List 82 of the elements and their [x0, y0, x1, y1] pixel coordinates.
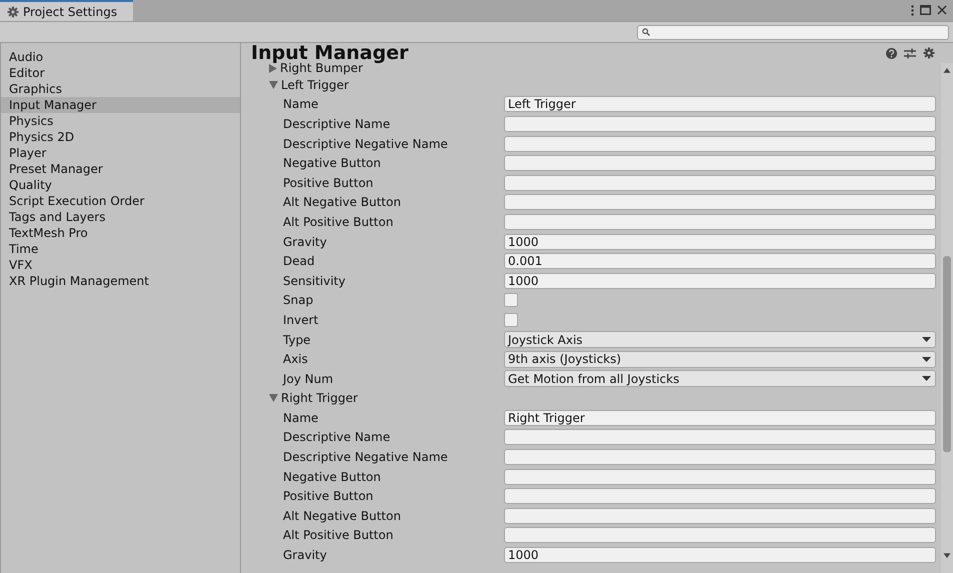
close-icon[interactable]: [937, 5, 947, 15]
search-field[interactable]: [637, 24, 949, 40]
field-label: Snap: [283, 293, 314, 308]
sliders-icon[interactable]: [904, 48, 916, 58]
search-icon: [642, 28, 650, 36]
text-field[interactable]: [504, 214, 936, 230]
axis-name[interactable]: Right Bumper: [280, 61, 363, 75]
maximize-icon[interactable]: [920, 5, 931, 15]
text-field[interactable]: [504, 155, 936, 172]
text-field[interactable]: [504, 194, 936, 210]
help-icon[interactable]: [886, 48, 897, 58]
sidebar-item[interactable]: Script Execution Order: [1, 193, 240, 209]
field-label: Name: [283, 410, 320, 425]
text-field[interactable]: [504, 174, 936, 191]
field-label: Gravity: [283, 548, 328, 562]
field-label: Descriptive Negative Name: [283, 450, 449, 464]
expanded-arrow-icon[interactable]: [269, 394, 278, 402]
field-label: Type: [283, 332, 312, 347]
sidebar-item[interactable]: Preset Manager: [1, 161, 240, 177]
text-field[interactable]: 1000: [504, 272, 936, 289]
settings-icon[interactable]: [923, 47, 935, 59]
text-field[interactable]: [504, 429, 936, 446]
sidebar-item[interactable]: Physics 2D: [1, 129, 240, 145]
expanded-arrow-icon[interactable]: [269, 80, 278, 89]
field-label: Negative Button: [283, 156, 382, 170]
text-field[interactable]: Left Trigger: [504, 96, 936, 112]
field-label: Alt Positive Button: [283, 528, 394, 542]
checkbox[interactable]: [504, 293, 518, 308]
dropdown[interactable]: Joystick Axis: [504, 331, 936, 348]
field-label: Alt Negative Button: [283, 195, 402, 210]
field-label: Gravity: [283, 234, 328, 249]
collapsed-arrow-icon[interactable]: [269, 64, 277, 72]
sidebar-item[interactable]: Quality: [1, 177, 240, 193]
sidebar-item[interactable]: TextMesh Pro: [1, 225, 240, 241]
sidebar-item[interactable]: XR Plugin Management: [1, 273, 240, 289]
sidebar-item[interactable]: Input Manager: [1, 97, 240, 113]
field-label: Descriptive Negative Name: [283, 136, 449, 151]
caret-icon: [922, 356, 931, 362]
text-field[interactable]: [504, 488, 936, 504]
sidebar-item[interactable]: Editor: [1, 65, 240, 81]
page-title: Input Manager: [251, 44, 410, 62]
sidebar-item[interactable]: Time: [1, 241, 240, 257]
field-label: Descriptive Name: [283, 430, 392, 444]
field-label: Positive Button: [283, 489, 374, 504]
settings-icon: [7, 6, 19, 18]
sidebar-item[interactable]: Physics: [1, 113, 240, 129]
dropdown[interactable]: Get Motion from all Joysticks: [504, 370, 936, 388]
sidebar-item[interactable]: Audio: [1, 49, 240, 65]
text-field[interactable]: [504, 527, 936, 544]
text-field[interactable]: Right Trigger: [504, 410, 936, 426]
caret-icon: [922, 376, 931, 382]
window-tab[interactable]: Project Settings: [0, 0, 134, 21]
text-field[interactable]: 0.001: [504, 253, 936, 270]
text-field[interactable]: 1000: [504, 234, 936, 250]
field-label: Alt Negative Button: [283, 508, 402, 523]
sidebar-item[interactable]: Player: [1, 145, 240, 161]
checkbox[interactable]: [504, 312, 518, 327]
sidebar-item[interactable]: Graphics: [1, 81, 240, 97]
field-label: Descriptive Name: [283, 116, 392, 131]
text-field[interactable]: [504, 508, 936, 524]
text-field[interactable]: [504, 116, 936, 132]
more-options-icon[interactable]: [911, 4, 914, 16]
field-label: Sensitivity: [283, 274, 346, 288]
dropdown[interactable]: 9th axis (Joysticks): [504, 350, 936, 368]
field-label: Axis: [283, 352, 309, 366]
caret-icon: [922, 337, 931, 342]
axis-name[interactable]: Right Trigger: [281, 391, 358, 406]
scrollbar[interactable]: [941, 63, 953, 573]
field-label: Negative Button: [283, 470, 382, 484]
text-field[interactable]: [504, 468, 936, 485]
text-field[interactable]: [504, 449, 936, 466]
field-label: Joy Num: [283, 372, 334, 386]
field-label: Dead: [283, 254, 316, 268]
field-label: Alt Positive Button: [283, 214, 394, 229]
axis-name[interactable]: Left Trigger: [281, 78, 349, 92]
field-label: Positive Button: [283, 176, 374, 190]
field-label: Name: [283, 97, 320, 112]
text-field[interactable]: [504, 136, 936, 152]
sidebar-item[interactable]: Tags and Layers: [1, 209, 240, 225]
field-label: Invert: [283, 312, 320, 327]
text-field[interactable]: 1000: [504, 547, 936, 564]
sidebar-item[interactable]: VFX: [1, 257, 240, 273]
